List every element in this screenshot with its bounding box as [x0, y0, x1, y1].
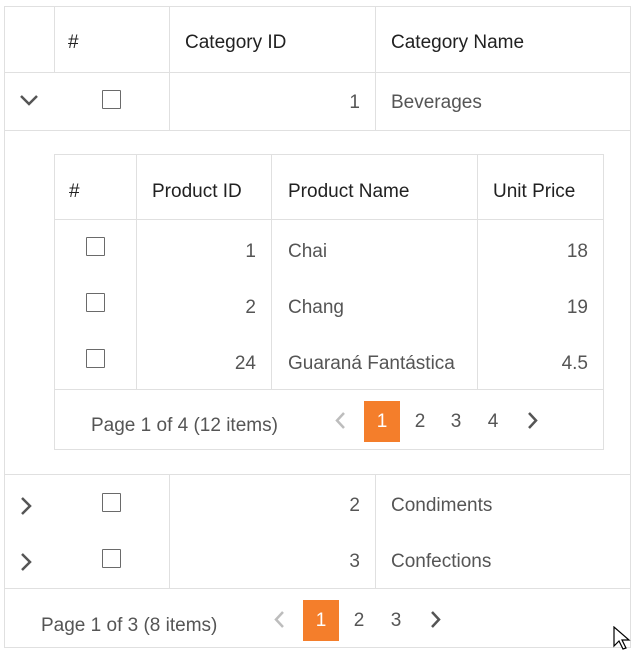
master-header-select: # [68, 32, 79, 53]
detail-pager-page-1[interactable]: 1 [364, 401, 400, 442]
chevron-left-icon[interactable] [266, 599, 292, 640]
detail-row-product-name: Chai [288, 241, 328, 262]
detail-grid: # Product ID Product Name Unit Price 1 C… [54, 154, 604, 450]
detail-row-product-id: 1 [245, 241, 256, 262]
detail-header-select: # [69, 181, 80, 202]
chevron-left-icon[interactable] [327, 400, 353, 441]
master-grid: # Category ID Category Name 1 Beverages … [4, 6, 631, 648]
master-row-checkbox[interactable] [102, 493, 121, 512]
master-row-category-name: Beverages [391, 92, 482, 113]
chevron-right-icon[interactable] [423, 599, 449, 640]
master-row-category-id: 1 [349, 92, 360, 113]
detail-row-unit-price: 18 [566, 241, 588, 262]
detail-header-product-id[interactable]: Product ID [152, 181, 242, 203]
chevron-right-icon[interactable] [19, 552, 33, 572]
chevron-right-icon[interactable] [19, 496, 33, 516]
master-pager-page-2[interactable]: 2 [341, 600, 377, 641]
mouse-pointer-icon [613, 626, 631, 650]
master-pager-page-1[interactable]: 1 [303, 600, 339, 641]
detail-row-checkbox[interactable] [86, 237, 105, 256]
detail-header-unit-price[interactable]: Unit Price [493, 181, 575, 203]
detail-row-product-id: 24 [234, 353, 256, 374]
master-row-checkbox[interactable] [102, 549, 121, 568]
detail-pager-page-3[interactable]: 3 [438, 401, 474, 442]
detail-row-unit-price: 19 [566, 297, 588, 318]
detail-row-product-name: Chang [288, 297, 344, 318]
detail-header-product-name[interactable]: Product Name [288, 181, 409, 203]
master-row-category-id: 2 [349, 495, 360, 516]
master-row-category-name: Condiments [391, 495, 493, 516]
master-header-category-name[interactable]: Category Name [391, 32, 524, 54]
chevron-right-icon[interactable] [520, 400, 546, 441]
master-header-category-id[interactable]: Category ID [185, 32, 286, 54]
master-row-checkbox[interactable] [102, 90, 121, 109]
detail-row-checkbox[interactable] [86, 293, 105, 312]
detail-pager-info: Page 1 of 4 (12 items) [91, 415, 278, 436]
master-pager-page-3[interactable]: 3 [378, 600, 414, 641]
detail-pager-page-4[interactable]: 4 [475, 401, 511, 442]
detail-row-checkbox[interactable] [86, 349, 105, 368]
detail-pager-page-2[interactable]: 2 [402, 401, 438, 442]
detail-row-unit-price: 4.5 [561, 353, 588, 374]
master-row-category-id: 3 [349, 551, 360, 572]
chevron-down-icon[interactable] [19, 93, 39, 107]
detail-row-product-name: Guaraná Fantástica [288, 353, 455, 374]
master-row-category-name: Confections [391, 551, 492, 572]
detail-row-product-id: 2 [245, 297, 256, 318]
master-pager-info: Page 1 of 3 (8 items) [41, 615, 218, 636]
